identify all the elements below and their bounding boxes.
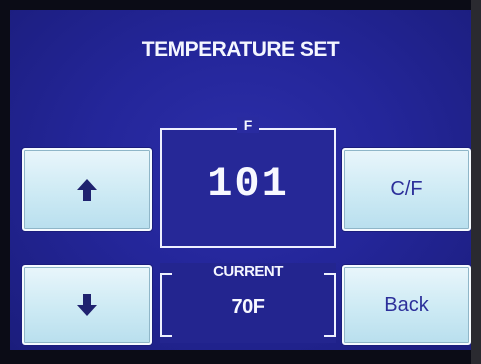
touch-screen: TEMPERATURE SET C/F Back F 101 CURRENT 7… (10, 10, 471, 350)
unit-toggle-button[interactable]: C/F (342, 148, 471, 231)
unit-toggle-label: C/F (390, 178, 423, 200)
screen-title: TEMPERATURE SET (141, 38, 340, 61)
back-button[interactable]: Back (342, 265, 471, 345)
current-temperature-display: CURRENT 70F (160, 263, 336, 343)
setpoint-display: F 101 (160, 117, 336, 248)
decrease-temperature-button[interactable] (22, 265, 152, 345)
current-value: 70F (231, 296, 265, 318)
current-label: CURRENT (213, 263, 283, 280)
arrow-up-icon (77, 178, 97, 201)
increase-temperature-button[interactable] (22, 148, 152, 231)
arrow-down-icon (77, 294, 97, 316)
setpoint-value: 101 (207, 160, 289, 208)
device-frame-edge (471, 0, 481, 364)
setpoint-unit-label: F (236, 117, 260, 133)
back-button-label: Back (384, 293, 429, 316)
